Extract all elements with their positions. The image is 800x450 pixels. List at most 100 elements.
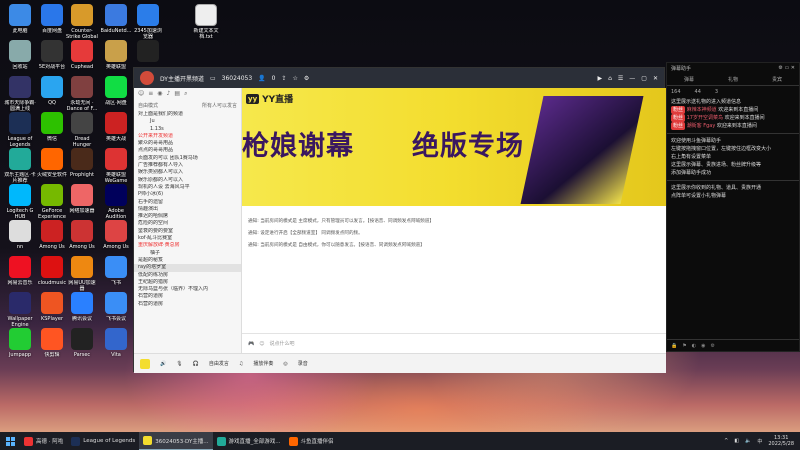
- desktop-icon[interactable]: 5E对战平台: [36, 40, 68, 80]
- tab-gifts[interactable]: 礼物: [728, 76, 738, 83]
- ime-icon[interactable]: 中: [757, 438, 762, 445]
- desktop-icon[interactable]: 英雄大战: [100, 112, 132, 152]
- taskbar-item[interactable]: League of Legends: [67, 432, 139, 450]
- settings-icon[interactable]: ⚙: [304, 75, 309, 82]
- promo-banner[interactable]: yy YY直播 枪娘谢幕 绝版专场: [242, 88, 666, 206]
- mic-icon[interactable]: ♪: [167, 90, 171, 98]
- home-icon[interactable]: ⌂: [608, 75, 612, 82]
- desktop-icon[interactable]: 微信: [36, 112, 68, 152]
- channel-item[interactable]: 鉴衰的要的要室: [134, 228, 241, 235]
- tab-danmaku[interactable]: 弹幕: [684, 76, 694, 83]
- taskbar-item[interactable]: 游戏直播_全部游戏...: [213, 432, 285, 450]
- desktop-icon[interactable]: BaiduNetd...: [100, 4, 132, 44]
- play-accompaniment-label[interactable]: 播放伴奏: [253, 360, 273, 367]
- video-icon[interactable]: ▶: [597, 75, 602, 82]
- channel-item[interactable]: 石营的道房: [134, 293, 241, 300]
- user-name[interactable]: 17岁开空调菜鸟: [687, 115, 723, 121]
- menu-icon[interactable]: ☰: [618, 75, 623, 82]
- taskbar-item[interactable]: 36024053·DY主播...: [139, 432, 213, 450]
- tray-arrow-icon[interactable]: ^: [724, 438, 728, 444]
- minimize-icon[interactable]: —: [629, 75, 635, 82]
- desktop-icon[interactable]: cloudmusic: [36, 256, 68, 296]
- desktop-icon[interactable]: Counter-Strike Global Off...: [66, 4, 98, 44]
- desktop-icon[interactable]: Dread Hunger: [66, 112, 98, 152]
- headset-icon[interactable]: 🎧: [193, 361, 199, 367]
- text-file-icon[interactable]: 新建文本文档.txt: [190, 4, 222, 44]
- desktop-icon[interactable]: Among Us: [66, 220, 98, 260]
- channel-item[interactable]: 公开来开发频道: [134, 133, 241, 140]
- channel-item[interactable]: 情趣演出: [134, 206, 241, 213]
- desktop-icon[interactable]: Parsec: [66, 328, 98, 368]
- card-icon[interactable]: ▤: [174, 90, 180, 98]
- desktop-icon[interactable]: Jumpapp: [4, 328, 36, 368]
- desktop-icon[interactable]: 城市天际争霸·圆满上线: [4, 76, 36, 116]
- share-icon[interactable]: ⇪: [282, 75, 287, 82]
- channel-item[interactable]: 危险的的空间: [134, 220, 241, 227]
- desktop-icon[interactable]: 网易云音乐: [4, 256, 36, 296]
- channel-item[interactable]: 无际乌篮与张（临界）不理入内: [134, 286, 241, 293]
- channel-item[interactable]: P帅小冰(6): [134, 191, 241, 198]
- user-name[interactable]: 麻辣本神频道: [687, 107, 717, 113]
- desktop-icon[interactable]: 百度网盘: [36, 4, 68, 44]
- color-icon[interactable]: ◐: [692, 343, 696, 349]
- record-label[interactable]: 录音: [298, 360, 308, 367]
- desktop-icon[interactable]: Among Us: [36, 220, 68, 260]
- channel-item[interactable]: 页面发的可以 团队1赛马场: [134, 155, 241, 162]
- desktop-icon[interactable]: League of Legends: [4, 112, 36, 152]
- taskbar-item[interactable]: 斗鱼直播伴侣: [285, 432, 338, 450]
- tab-vip[interactable]: 贵宾: [772, 76, 782, 83]
- taskbar-item[interactable]: 高德 · 阿啦: [20, 432, 67, 450]
- channel-item[interactable]: kof·乱斗比赛室: [134, 235, 241, 242]
- channel-item[interactable]: 低配的练功房: [134, 272, 241, 279]
- desktop-icon[interactable]: GeForce Experience: [36, 184, 68, 224]
- avatar[interactable]: [140, 71, 154, 85]
- channel-item[interactable]: 石营的道房: [134, 301, 241, 308]
- desktop-icon[interactable]: 网易UU加速器: [66, 256, 98, 296]
- desktop-icon[interactable]: Vita: [100, 328, 132, 368]
- desktop-icon[interactable]: 快剪辑: [36, 328, 68, 368]
- channel-item[interactable]: 重庆解放碑·黄总房: [134, 242, 241, 249]
- desktop-icon[interactable]: 网络加速器: [66, 184, 98, 224]
- record-icon[interactable]: ◎: [283, 361, 287, 367]
- close-icon[interactable]: ✕: [653, 75, 658, 82]
- channel-item[interactable]: 点点的哥哥用品: [134, 147, 241, 154]
- desktop-icon[interactable]: 腾讯会议: [66, 292, 98, 332]
- volume-icon[interactable]: 🔈: [745, 438, 751, 444]
- channel-item[interactable]: 现机的人设 去海风马平: [134, 184, 241, 191]
- mic-icon[interactable]: 🎙: [176, 361, 182, 367]
- desktop-icon[interactable]: Among Us: [100, 220, 132, 260]
- desktop-icon[interactable]: 2345加速浏览器: [132, 4, 164, 44]
- yy-icon[interactable]: [140, 358, 150, 369]
- desktop-icon[interactable]: 双乐主题区·卡片推荐: [4, 148, 36, 188]
- desktop-icon[interactable]: 火绒安全软件: [36, 148, 68, 188]
- list-icon[interactable]: ≡: [148, 90, 153, 98]
- channel-item[interactable]: 右手的遗留: [134, 199, 241, 206]
- channel-item[interactable]: Ju: [134, 118, 241, 125]
- lock-icon[interactable]: 🔒: [671, 343, 677, 349]
- channel-item[interactable]: 是超的秘笈: [134, 257, 241, 264]
- desktop-icon[interactable]: 战区·网盘: [100, 76, 132, 116]
- channel-item[interactable]: 聚众的哥哥用品: [134, 140, 241, 147]
- channel-item[interactable]: 1.13s: [134, 126, 241, 133]
- channel-item[interactable]: 广告推荐都有人导入: [134, 162, 241, 169]
- user-icon[interactable]: ☺: [138, 90, 144, 98]
- panel-title-bar[interactable]: 弹幕助手 ⚙ ▭ ✕: [667, 63, 799, 74]
- desktop-icon[interactable]: Logitech G HUB: [4, 184, 36, 224]
- desktop-icon[interactable]: Wallpaper Engine: [4, 292, 36, 332]
- maximize-icon[interactable]: ▢: [641, 75, 647, 82]
- desktop-icon[interactable]: Prophight: [66, 148, 98, 188]
- channel-item[interactable]: 柚子: [134, 250, 241, 257]
- channel-item[interactable]: 王纪超的猎房: [134, 279, 241, 286]
- desktop-icon[interactable]: 英雄联盟WeGame: [100, 148, 132, 188]
- channel-item[interactable]: 娱乐原都的人可以入: [134, 177, 241, 184]
- desktop-icon[interactable]: 英雄联盟: [100, 40, 132, 80]
- settings-icon[interactable]: ⚙: [710, 343, 714, 349]
- star-icon[interactable]: ☆: [293, 75, 298, 82]
- free-speech-label[interactable]: 自由发言: [209, 360, 229, 367]
- channel-item[interactable]: 推迟的哈佩席: [134, 213, 241, 220]
- channel-item[interactable]: 对上面是我们的频道: [134, 111, 241, 118]
- desktop-icon[interactable]: 此电脑: [4, 4, 36, 44]
- eye-icon[interactable]: ◉: [701, 343, 705, 349]
- search-icon[interactable]: ⌕: [184, 90, 187, 98]
- network-icon[interactable]: ◧: [734, 438, 739, 444]
